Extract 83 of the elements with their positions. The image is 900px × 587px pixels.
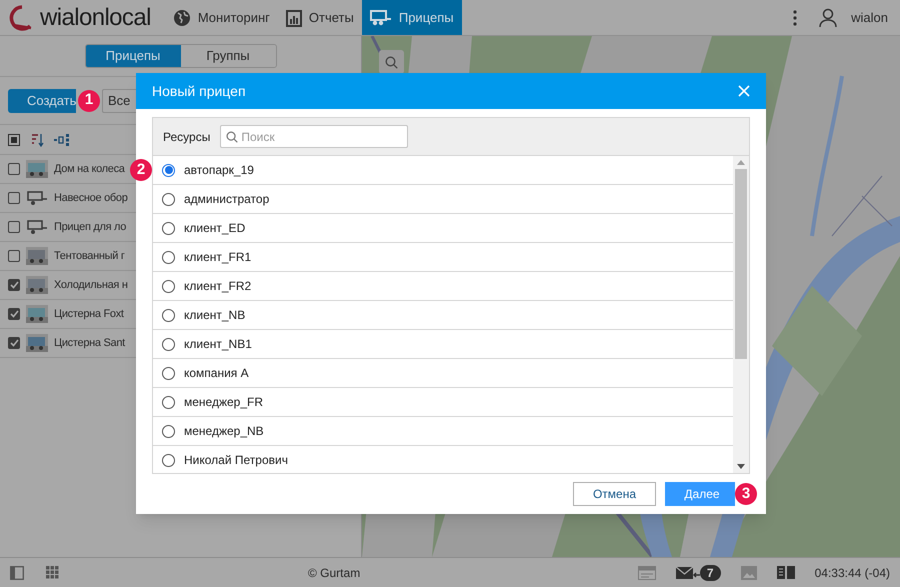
hierarchy-icon[interactable]	[54, 134, 70, 146]
checkbox[interactable]	[8, 192, 20, 204]
resource-row[interactable]: менеджер_NB	[153, 417, 733, 446]
resource-name: компания А	[184, 365, 249, 382]
search-icon	[385, 56, 398, 68]
step-badge: 1	[78, 90, 100, 112]
tab[interactable]: Прицепы	[86, 45, 180, 67]
message-count: 7	[700, 564, 721, 580]
resource-row[interactable]: автопарк_19	[153, 156, 733, 185]
book-icon[interactable]	[776, 566, 795, 579]
checkbox[interactable]	[8, 308, 20, 320]
trailer-name[interactable]: Цистерна Sant	[54, 334, 125, 352]
filter-label: Ресурсы	[163, 128, 210, 146]
resource-name: клиент_ED	[184, 220, 246, 237]
trailer-icon	[26, 189, 48, 207]
resource-row[interactable]: клиент_NB1	[153, 330, 733, 359]
logo: wialonlocal	[40, 6, 151, 30]
copyright: © Gurtam	[308, 564, 360, 582]
grid-icon[interactable]	[46, 566, 59, 579]
step-badge: 3	[735, 483, 757, 505]
resource-name: администратор	[184, 191, 270, 208]
resource-name: менеджер_FR	[184, 394, 264, 411]
checkbox[interactable]	[8, 279, 20, 291]
trailer-name[interactable]: Холодильная н	[54, 276, 128, 294]
trailer-name[interactable]: Тентованный г	[54, 248, 125, 264]
resource-name: клиент_FR2	[184, 278, 252, 295]
panel-toggle-icon[interactable]	[10, 566, 24, 580]
resource-name: менеджер_NB	[184, 423, 264, 440]
resource-row[interactable]: администратор	[153, 185, 733, 214]
radio-button[interactable]	[162, 222, 175, 234]
radio-button[interactable]	[162, 164, 175, 176]
globe-icon	[172, 8, 191, 26]
create-button[interactable]: Создать	[8, 88, 76, 112]
radio-button[interactable]	[162, 308, 175, 322]
trailer-name[interactable]: Дом на колеса	[54, 160, 125, 178]
scroll-down-icon[interactable]	[737, 464, 745, 469]
radio-button[interactable]	[162, 250, 175, 264]
mail-icon[interactable]	[676, 566, 700, 580]
cancel-button[interactable]: Отмена	[573, 482, 656, 506]
clock: 04:33:44 (-04)	[814, 564, 890, 582]
report-icon	[286, 8, 302, 26]
scrollbar[interactable]	[733, 156, 749, 473]
nav-tab[interactable]: Прицепы	[362, 0, 462, 35]
trailer-name[interactable]: Навесное обор	[54, 190, 128, 206]
radio-button[interactable]	[162, 366, 175, 380]
checkbox[interactable]	[8, 221, 20, 233]
resource-name: клиент_NB	[184, 307, 246, 324]
trailer-name[interactable]: Цистерна Foxt	[54, 306, 124, 322]
close-icon[interactable]	[738, 85, 750, 97]
checkbox[interactable]	[8, 337, 20, 349]
dialog-title: Новый прицеп	[152, 82, 247, 101]
resource-name: клиент_FR1	[184, 249, 252, 266]
search-field[interactable]: Поиск	[220, 125, 408, 148]
trailer-icon	[370, 10, 392, 26]
resource-row[interactable]: менеджер_FR	[153, 388, 733, 417]
checkbox[interactable]	[8, 250, 20, 262]
resource-row[interactable]: клиент_FR2	[153, 272, 733, 301]
radio-button[interactable]	[162, 454, 175, 466]
search-icon	[226, 130, 238, 142]
select-all-icon[interactable]	[8, 134, 20, 146]
resource-name: автопарк_19	[184, 162, 254, 179]
resource-name: клиент_NB1	[184, 336, 252, 353]
nav-tab[interactable]: Мониторинг	[164, 0, 278, 35]
radio-button[interactable]	[162, 424, 175, 438]
radio-button[interactable]	[162, 338, 175, 350]
search-input[interactable]: Поиск	[241, 128, 402, 146]
trailer-icon	[26, 218, 48, 236]
resource-row[interactable]: компания А	[153, 359, 733, 388]
radio-button[interactable]	[162, 192, 175, 206]
resource-name: Николай Петрович	[184, 452, 288, 469]
user-icon[interactable]	[819, 8, 838, 28]
resource-row[interactable]: клиент_FR1	[153, 243, 733, 272]
map-search-button[interactable]	[379, 50, 404, 74]
more-icon[interactable]	[793, 10, 798, 26]
checkbox[interactable]	[8, 163, 20, 175]
username[interactable]: wialon	[851, 8, 888, 28]
nav-tab[interactable]: Отчеты	[278, 0, 362, 35]
sort-icon[interactable]	[30, 132, 44, 148]
radio-button[interactable]	[162, 280, 175, 292]
resource-row[interactable]: клиент_ED	[153, 214, 733, 243]
radio-button[interactable]	[162, 396, 175, 408]
trailer-name[interactable]: Прицеп для ло	[54, 218, 126, 236]
resource-row[interactable]: клиент_NB	[153, 301, 733, 330]
